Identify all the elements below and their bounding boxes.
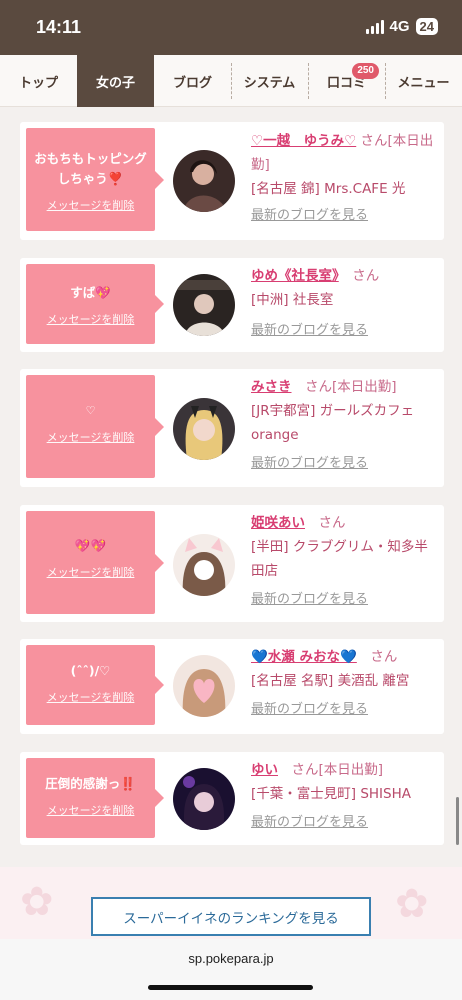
message-card: (ˆˆ)/♡ メッセージを削除 💙水瀬 みおな💙 さん [名古屋 名駅] 美酒乱… (20, 639, 444, 734)
tab-girls[interactable]: 女の子 (77, 55, 154, 107)
shop-name[interactable]: [名古屋 名駅] 美酒乱 離宮 (251, 669, 439, 693)
girl-info: ゆめ《社長室》 さん [中洲] 社長室 最新のブログを見る (251, 264, 439, 343)
tab-menu[interactable]: メニュー (385, 55, 462, 107)
avatar[interactable] (173, 768, 235, 830)
message-bubble: 圧倒的感謝っ‼️ メッセージを削除 (26, 758, 164, 838)
delete-message-link[interactable]: メッセージを削除 (26, 564, 155, 580)
latest-blog-link[interactable]: 最新のブログを見る (251, 456, 368, 471)
message-bubble: 💖💖 メッセージを削除 (26, 511, 164, 614)
message-card: すば💖 メッセージを削除 ゆめ《社長室》 さん [中洲] 社長室 最新のブログを… (20, 258, 444, 352)
message-bubble: (ˆˆ)/♡ メッセージを削除 (26, 645, 164, 725)
battery-icon: 24 (415, 18, 438, 35)
status-right: 4G 24 (365, 18, 438, 35)
ranking-button[interactable]: スーパーイイネのランキングを見る (91, 897, 371, 936)
girl-info: 💙水瀬 みおな💙 さん [名古屋 名駅] 美酒乱 離宮 最新のブログを見る (251, 645, 439, 722)
message-text: ♡ (85, 404, 96, 417)
girl-suffix: さん (318, 515, 346, 531)
message-bubble: おもちもトッピングしちゃう❣️ メッセージを削除 (26, 128, 164, 231)
girl-suffix: さん[本日出勤] (305, 379, 397, 395)
girl-name-link[interactable]: ゆめ《社長室》 (251, 268, 339, 284)
avatar[interactable] (173, 655, 235, 717)
signal-icon (365, 19, 384, 34)
avatar[interactable] (173, 534, 235, 596)
delete-message-link[interactable]: メッセージを削除 (26, 802, 155, 818)
avatar[interactable] (173, 398, 235, 460)
home-indicator[interactable] (148, 985, 313, 990)
status-time: 14:11 (36, 17, 82, 37)
decorative-icon: ✿ (395, 881, 429, 927)
shop-name[interactable]: [半田] クラブグリム・知多半田店 (251, 535, 439, 583)
browser-url-bar[interactable]: sp.pokepara.jp (0, 939, 462, 1000)
message-text: すば💖 (70, 285, 111, 300)
message-card: おもちもトッピングしちゃう❣️ メッセージを削除 ♡一越 ゆうみ♡ さん[本日出… (20, 122, 444, 240)
avatar[interactable] (173, 274, 235, 336)
message-text: (ˆˆ)/♡ (70, 663, 111, 678)
latest-blog-link[interactable]: 最新のブログを見る (251, 208, 368, 223)
latest-blog-link[interactable]: 最新のブログを見る (251, 592, 368, 607)
tab-blog[interactable]: ブログ (154, 55, 231, 107)
message-text: 💖💖 (74, 538, 107, 553)
shop-name[interactable]: [JR宇都宮] ガールズカフェ orange (251, 399, 439, 447)
girl-name-link[interactable]: 💙水瀬 みおな💙 (251, 649, 357, 665)
message-card: 💖💖 メッセージを削除 姫咲あい さん [半田] クラブグリム・知多半田店 最新… (20, 505, 444, 622)
girl-suffix: さん[本日出勤] (291, 762, 384, 778)
girl-name-link[interactable]: ♡一越 ゆうみ♡ (251, 133, 356, 149)
avatar[interactable] (173, 150, 235, 212)
delete-message-link[interactable]: メッセージを削除 (26, 689, 155, 705)
tab-system[interactable]: システム (231, 55, 308, 107)
delete-message-link[interactable]: メッセージを削除 (26, 197, 155, 213)
message-bubble: すば💖 メッセージを削除 (26, 264, 164, 344)
delete-message-link[interactable]: メッセージを削除 (26, 311, 155, 327)
decorative-icon: ✿ (20, 879, 54, 925)
message-text: おもちもトッピングしちゃう❣️ (34, 151, 147, 186)
girl-suffix: さん (370, 649, 398, 665)
message-text: 圧倒的感謝っ‼️ (45, 776, 136, 791)
scrollbar[interactable] (456, 797, 459, 845)
message-card: 圧倒的感謝っ‼️ メッセージを削除 ゆい さん[本日出勤] [千葉・富士見町] … (20, 752, 444, 845)
reviews-count-badge: 250 (352, 63, 379, 79)
girl-info: ゆい さん[本日出勤] [千葉・富士見町] SHISHA 最新のブログを見る (251, 758, 439, 835)
status-bar: 14:11 4G 24 (0, 0, 462, 55)
latest-blog-link[interactable]: 最新のブログを見る (251, 815, 368, 830)
girl-suffix: さん (352, 268, 380, 284)
delete-message-link[interactable]: メッセージを削除 (26, 429, 155, 445)
girl-name-link[interactable]: ゆい (251, 762, 278, 778)
tab-bar: トップ 女の子 ブログ システム 口コミ 250 メニュー (0, 55, 462, 107)
message-bubble: ♡ メッセージを削除 (26, 375, 164, 478)
girl-name-link[interactable]: みさき (251, 379, 292, 395)
tab-reviews[interactable]: 口コミ 250 (308, 55, 385, 107)
girl-name-link[interactable]: 姫咲あい (251, 515, 305, 531)
girl-info: 姫咲あい さん [半田] クラブグリム・知多半田店 最新のブログを見る (251, 511, 439, 612)
girl-info: ♡一越 ゆうみ♡ さん[本日出勤] [名古屋 錦] Mrs.CAFE 光 最新の… (251, 129, 439, 228)
girl-info: みさき さん[本日出勤] [JR宇都宮] ガールズカフェ orange 最新のブ… (251, 375, 439, 476)
message-card: ♡ メッセージを削除 みさき さん[本日出勤] [JR宇都宮] ガールズカフェ … (20, 369, 444, 487)
network-label: 4G (389, 18, 410, 35)
latest-blog-link[interactable]: 最新のブログを見る (251, 323, 368, 338)
url-text[interactable]: sp.pokepara.jp (0, 951, 462, 966)
tab-top[interactable]: トップ (0, 55, 77, 107)
latest-blog-link[interactable]: 最新のブログを見る (251, 702, 368, 717)
shop-name[interactable]: [千葉・富士見町] SHISHA (251, 782, 439, 806)
shop-name[interactable]: [名古屋 錦] Mrs.CAFE 光 (251, 177, 439, 201)
shop-name[interactable]: [中洲] 社長室 (251, 288, 439, 312)
message-list: おもちもトッピングしちゃう❣️ メッセージを削除 ♡一越 ゆうみ♡ さん[本日出… (0, 107, 462, 867)
